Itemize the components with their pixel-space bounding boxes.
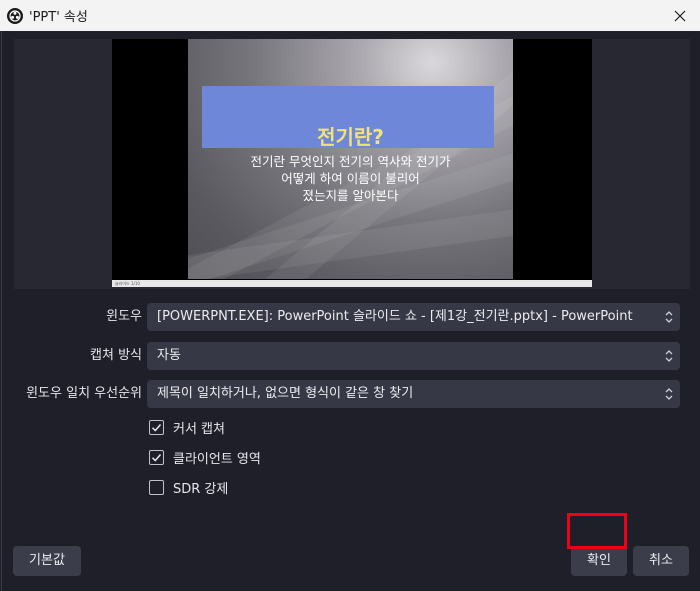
slide-body-line: 전기란 무엇인지 전기의 역사와 전기가 — [250, 154, 451, 169]
ppt-status-bar: 슬라이드 1/10 — [112, 280, 592, 287]
preview-screen: 전기란? 전기란 무엇인지 전기의 역사와 전기가 어떻게 하여 이름이 불리어… — [112, 39, 592, 287]
ok-button-highlight-box — [567, 513, 627, 549]
window-row: 윈도우 [POWERPNT.EXE]: PowerPoint 슬라이드 쇼 - … — [2, 303, 700, 331]
capture-cursor-checkbox-row[interactable]: 커서 캡쳐 — [149, 417, 225, 437]
capture-method-label: 캡쳐 방식 — [90, 348, 142, 363]
window-title: 'PPT' 속성 — [29, 10, 88, 25]
window-match-row: 윈도우 일치 우선순위 제목이 일치하거나, 없으면 형식이 같은 창 찾기 — [2, 380, 700, 408]
capture-method-value: 자동 — [157, 348, 181, 363]
window-label: 윈도우 — [106, 309, 142, 324]
slide-body-line: 졌는지를 알아본다 — [302, 188, 399, 203]
capture-method-select[interactable]: 자동 — [147, 342, 680, 370]
client-area-label: 클라이언트 영역 — [173, 451, 261, 467]
checkmark-icon — [151, 453, 162, 462]
updown-chevron-icon — [665, 388, 673, 400]
force-sdr-label: SDR 강제 — [173, 481, 229, 497]
window-match-value: 제목이 일치하거나, 없으면 형식이 같은 창 찾기 — [157, 386, 414, 401]
slide-body: 전기란 무엇인지 전기의 역사와 전기가 어떻게 하여 이름이 불리어 졌는지를… — [188, 153, 513, 204]
cancel-button[interactable]: 취소 — [633, 546, 689, 576]
window-select[interactable]: [POWERPNT.EXE]: PowerPoint 슬라이드 쇼 - [제1강… — [147, 303, 680, 331]
obs-logo-icon — [7, 7, 23, 24]
updown-chevron-icon — [665, 311, 673, 323]
slide-body-line: 어떻게 하여 이름이 불리어 — [281, 171, 420, 186]
window-select-value: [POWERPNT.EXE]: PowerPoint 슬라이드 쇼 - [제1강… — [157, 309, 633, 324]
ok-button[interactable]: 확인 — [571, 546, 627, 576]
force-sdr-checkbox-row[interactable]: SDR 강제 — [149, 477, 228, 497]
capture-cursor-label: 커서 캡쳐 — [173, 421, 225, 437]
force-sdr-checkbox[interactable] — [149, 479, 164, 495]
capture-cursor-checkbox[interactable] — [149, 419, 164, 435]
slide-preview: 전기란? 전기란 무엇인지 전기의 역사와 전기가 어떻게 하여 이름이 불리어… — [188, 39, 513, 279]
close-icon — [674, 10, 686, 21]
window-match-label: 윈도우 일치 우선순위 — [26, 386, 142, 401]
dialog-body: 전기란? 전기란 무엇인지 전기의 역사와 전기가 어떻게 하여 이름이 불리어… — [1, 31, 700, 591]
ppt-status-text: 슬라이드 1/10 — [115, 281, 140, 286]
capture-method-row: 캡쳐 방식 자동 — [2, 342, 700, 370]
client-area-checkbox-row[interactable]: 클라이언트 영역 — [149, 447, 261, 467]
client-area-checkbox[interactable] — [149, 449, 164, 465]
title-bar: 'PPT' 속성 — [0, 0, 700, 31]
close-button[interactable] — [660, 0, 700, 31]
defaults-button[interactable]: 기본값 — [13, 546, 81, 576]
capture-preview: 전기란? 전기란 무엇인지 전기의 역사와 전기가 어떻게 하여 이름이 불리어… — [14, 39, 690, 289]
checkmark-icon — [151, 423, 162, 432]
updown-chevron-icon — [665, 350, 673, 362]
window-match-select[interactable]: 제목이 일치하거나, 없으면 형식이 같은 창 찾기 — [147, 380, 680, 408]
slide-title: 전기란? — [317, 125, 384, 149]
